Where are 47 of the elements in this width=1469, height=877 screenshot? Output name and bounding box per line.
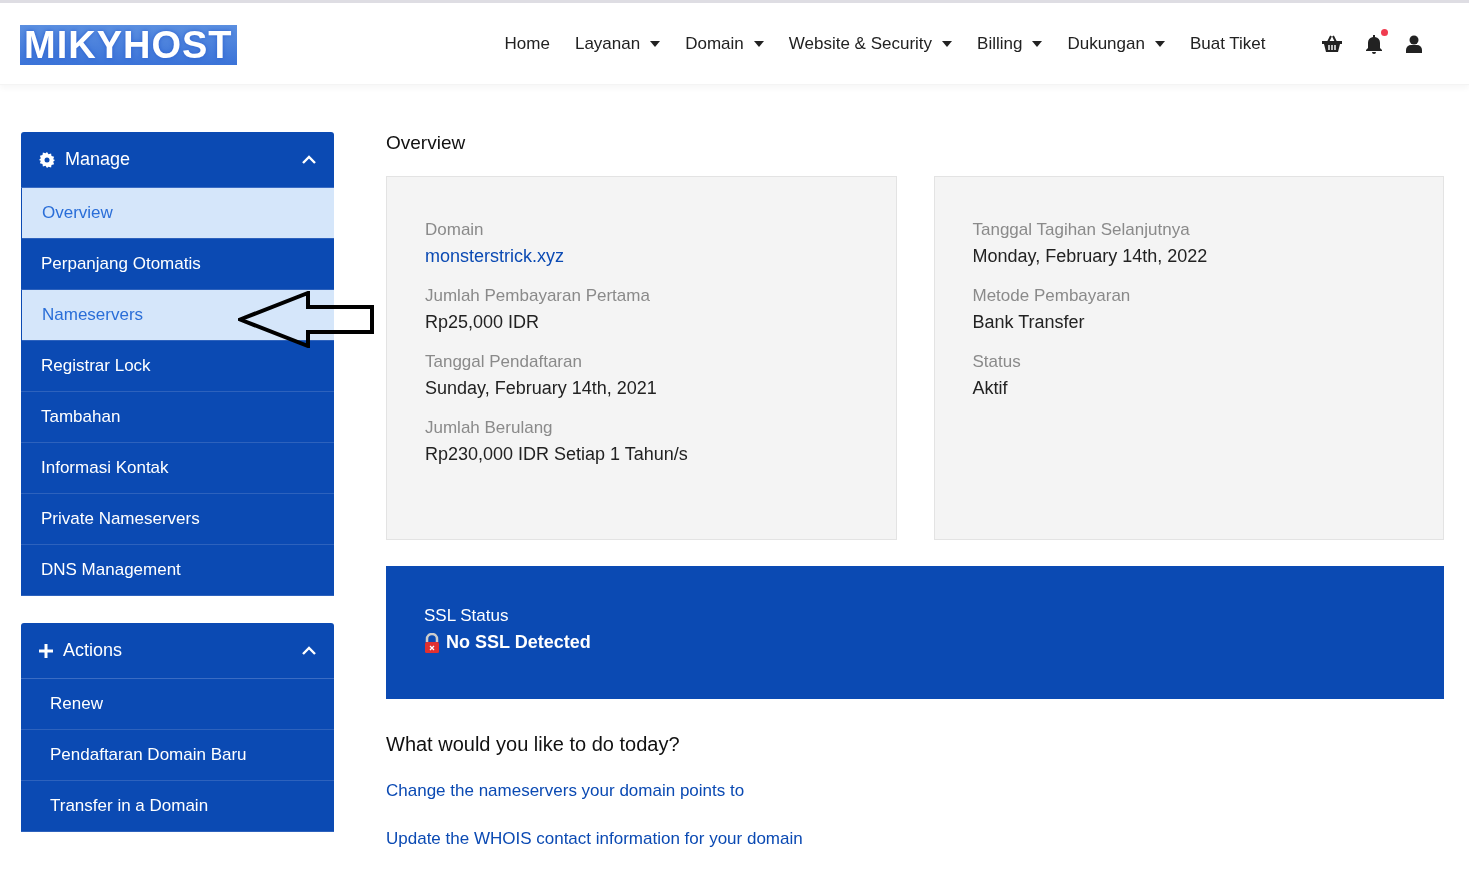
nav-link[interactable]: Layanan [574, 33, 661, 54]
field-label: Metode Pembayaran [972, 285, 1132, 307]
sidebar-item[interactable]: Informasi Kontak [21, 443, 334, 494]
nav-link[interactable]: Dukungan [1067, 33, 1165, 54]
nav-link[interactable]: Billing [977, 33, 1043, 54]
gear-icon [39, 151, 55, 168]
user-icon[interactable] [1405, 34, 1422, 53]
chevron-icon[interactable] [302, 646, 316, 655]
field-value: Monday, February 14th, 2022 [972, 245, 1209, 268]
ssl-value: No SSL Detected [446, 632, 591, 653]
value-link[interactable]: monsterstrick.xyz [425, 243, 565, 269]
panel-title: Manage [65, 149, 132, 170]
basket-icon[interactable] [1321, 35, 1342, 52]
field-value: Rp230,000 IDR Setiap 1 Tahun/s [425, 443, 689, 466]
ssl-label: SSL Status [424, 606, 510, 626]
sidebar-item[interactable]: Pendaftaran Domain Baru [21, 730, 334, 781]
field-label: Tanggal Tagihan Selanjutnya [972, 219, 1191, 241]
panel-header[interactable]: Actions [21, 623, 334, 679]
section-title: Overview [386, 132, 467, 154]
logo[interactable]: MIKYHOST [20, 24, 237, 65]
action-link[interactable]: Update the WHOIS contact information for your domain [386, 829, 1444, 849]
nav-link[interactable]: Website & Security [788, 33, 953, 54]
nav-link[interactable]: Domain [685, 33, 764, 54]
field-label: Status [972, 351, 1022, 373]
field-value: Aktif [972, 377, 1009, 400]
field-label: Jumlah Berulang [425, 417, 554, 439]
sidebar-item[interactable]: Registrar Lock [21, 341, 334, 392]
nav-link[interactable]: Home [504, 33, 550, 54]
sidebar-item[interactable]: Transfer in a Domain [21, 781, 334, 832]
chevron-icon[interactable] [302, 155, 316, 164]
panel-title: Actions [63, 640, 124, 661]
sidebar-item[interactable]: Tambahan [21, 392, 334, 443]
field-value: Sunday, February 14th, 2021 [425, 377, 658, 400]
plus-icon [39, 643, 53, 658]
field-value: Bank Transfer [972, 311, 1086, 334]
sidebar-item[interactable]: Overview [22, 188, 334, 239]
field-label: Domain [425, 219, 485, 241]
sidebar-item[interactable]: DNS Management [21, 545, 334, 596]
field-label: Tanggal Pendaftaran [425, 351, 583, 373]
sidebar-item[interactable]: Renew [21, 679, 334, 730]
nav-link[interactable]: Buat Tiket [1189, 33, 1266, 54]
field-label: Jumlah Pembayaran Pertama [425, 285, 651, 307]
field-value: Rp25,000 IDR [425, 311, 541, 334]
sidebar-item[interactable]: Nameservers [22, 290, 334, 341]
sidebar-item[interactable]: Private Nameservers [21, 494, 334, 545]
section-title: What would you like to do today? [386, 733, 681, 756]
action-link[interactable]: Change the nameservers your domain points to [386, 781, 1444, 801]
